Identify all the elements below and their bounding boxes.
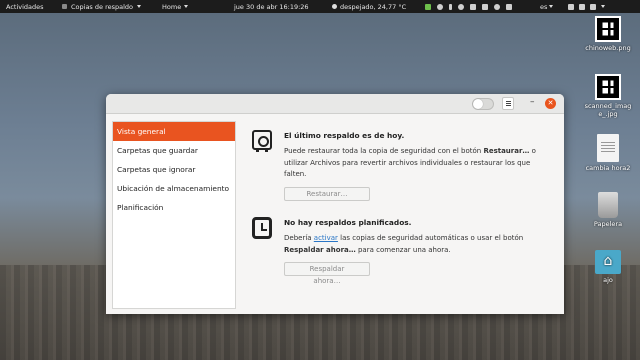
backup-now-emphasis: Respaldar ahora… — [284, 245, 356, 254]
sidebar-item-storage-location[interactable]: Ubicación de almacenamiento — [113, 179, 235, 198]
hamburger-icon-line — [505, 105, 511, 106]
hamburger-icon-line — [505, 103, 511, 104]
backups-window: – ✕ Vista general Carpetas que guardar C… — [106, 94, 564, 314]
last-backup-title: El último respaldo es de hoy. — [284, 131, 405, 140]
qr-image-icon — [595, 74, 621, 100]
chevron-down-icon — [137, 5, 142, 8]
sun-icon — [332, 4, 337, 9]
desktop-icon-ajo[interactable]: ajo — [584, 250, 632, 284]
places-menu[interactable]: Home — [162, 2, 189, 11]
activate-link[interactable]: activar — [314, 234, 338, 242]
places-menu-label: Home — [162, 2, 182, 11]
app-icon — [62, 4, 67, 9]
weather-indicator[interactable]: despejado, 24,77 °C — [332, 3, 406, 11]
app-menu[interactable]: Copias de respaldo — [62, 2, 142, 11]
automatic-backup-switch[interactable] — [472, 98, 494, 110]
restore-emphasis: Restaurar… — [483, 147, 530, 155]
sidebar-item-folders-to-save[interactable]: Carpetas que guardar — [113, 141, 235, 160]
desktop-icon-label: Papelera — [593, 220, 623, 228]
desktop-icon-label: cambia hora2 — [585, 164, 631, 172]
weather-label: despejado, 24,77 °C — [340, 2, 407, 11]
sidebar-item-folders-to-ignore[interactable]: Carpetas que ignorar — [113, 160, 235, 179]
minimize-button[interactable]: – — [530, 97, 535, 107]
safe-icon — [252, 130, 272, 152]
desktop-icon-label: scanned_image_.jpg — [584, 102, 632, 118]
thermometer-icon[interactable] — [449, 3, 452, 10]
top-bar: Actividades Copias de respaldo Home jue … — [0, 0, 640, 13]
qr-image-icon — [595, 16, 621, 42]
chevron-down-icon — [184, 5, 189, 8]
desktop-icon-trash[interactable]: Papelera — [584, 192, 632, 228]
printer-icon[interactable] — [470, 3, 476, 10]
chevron-down-icon — [549, 5, 554, 8]
desktop-icon-chinoweb[interactable]: chinoweb.png — [584, 16, 632, 52]
last-backup-description: Puede restaurar toda la copia de segurid… — [284, 146, 552, 181]
system-tray — [425, 3, 512, 10]
network-icon — [568, 3, 574, 10]
clock-icon — [252, 217, 272, 239]
text: las copias de seguridad automáticas o us… — [337, 234, 524, 242]
chevron-down-icon — [601, 5, 605, 8]
sidebar-item-scheduling[interactable]: Planificación — [113, 198, 235, 217]
document-icon — [597, 134, 619, 162]
home-folder-icon — [595, 250, 621, 274]
close-button[interactable]: ✕ — [545, 98, 556, 109]
restore-button[interactable]: Restaurar… — [284, 186, 370, 201]
clock[interactable]: jue 30 de abr 16:19:26 — [234, 3, 309, 11]
schedule-title: No hay respaldos planificados. — [284, 218, 412, 227]
cloud-icon[interactable] — [458, 3, 464, 10]
switch-knob — [473, 99, 483, 109]
language-label: es — [540, 2, 548, 11]
backup-now-button[interactable]: Respaldar ahora… — [284, 262, 370, 285]
desktop-icon-cambia-hora2[interactable]: cambia hora2 — [584, 134, 632, 172]
desktop-icon-label: ajo — [603, 276, 613, 284]
shield-icon[interactable] — [425, 3, 431, 10]
sync-icon[interactable] — [494, 3, 500, 10]
trash-icon — [598, 192, 618, 218]
last-backup-section: El último respaldo es de hoy. Puede rest… — [252, 126, 552, 201]
text: Debería — [284, 234, 314, 242]
language-selector[interactable]: es — [540, 2, 554, 11]
screenshot-icon[interactable] — [482, 3, 488, 10]
hamburger-icon — [505, 101, 511, 102]
volume-icon — [579, 3, 585, 10]
menu-button[interactable] — [502, 97, 514, 110]
sidebar: Vista general Carpetas que guardar Carpe… — [112, 121, 236, 309]
sidebar-item-overview[interactable]: Vista general — [113, 122, 235, 141]
text: para comenzar una ahora. — [355, 245, 451, 254]
system-menu[interactable] — [568, 3, 605, 10]
gear-icon[interactable] — [437, 3, 443, 10]
activities-button[interactable]: Actividades — [6, 3, 44, 11]
schedule-section: No hay respaldos planificados. Debería a… — [252, 213, 552, 285]
power-icon — [590, 3, 596, 10]
schedule-description: Debería activar las copias de seguridad … — [284, 233, 552, 256]
desktop-icon-label: chinoweb.png — [585, 44, 631, 52]
header-bar: – ✕ — [106, 94, 564, 114]
desktop-icon-scanned-image[interactable]: scanned_image_.jpg — [584, 74, 632, 118]
app-menu-label: Copias de respaldo — [71, 2, 134, 11]
clipboard-icon[interactable] — [506, 3, 512, 10]
text: Puede restaurar toda la copia de segurid… — [284, 147, 484, 155]
